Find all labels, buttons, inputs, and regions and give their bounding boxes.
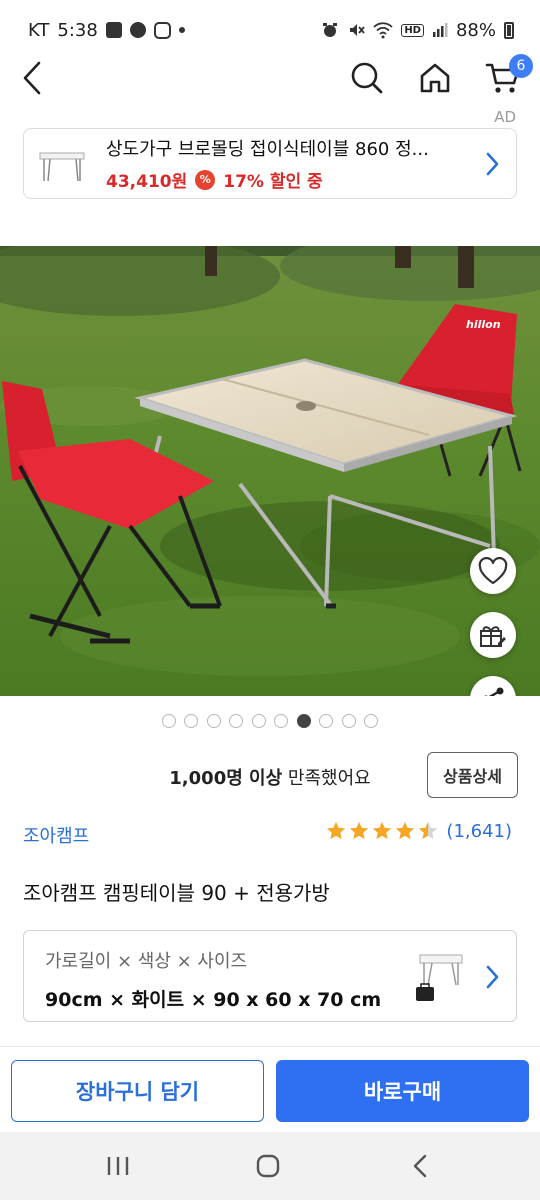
product-image-gallery[interactable]: hillon xyxy=(0,246,540,696)
c-app-icon xyxy=(129,22,146,38)
option-label: 가로길이 × 색상 × 사이즈 xyxy=(45,951,248,972)
pager-dot[interactable] xyxy=(206,714,221,728)
satisfied-count: 1,000명 이상 xyxy=(169,768,283,789)
battery-percent: 88% xyxy=(455,19,496,41)
heart-icon xyxy=(478,557,508,585)
star-icon xyxy=(396,821,415,840)
status-left: KT 5:38 xyxy=(28,20,185,41)
cart-count-badge: 6 xyxy=(509,54,533,78)
ad-discount: 17% 할인 중 xyxy=(223,172,323,192)
home-circle-icon xyxy=(256,1154,280,1178)
add-to-cart-button[interactable]: 장바구니 담기 xyxy=(11,1060,264,1122)
ad-title: 상도가구 브로몰딩 접이식테이블 860 정... xyxy=(106,139,429,160)
review-count: (1,641) xyxy=(446,820,512,842)
top-nav: 6 xyxy=(0,50,540,106)
instagram-icon xyxy=(153,21,171,39)
chevron-right-icon xyxy=(486,152,499,175)
purchase-action-bar: 장바구니 담기 바로구매 xyxy=(0,1046,540,1132)
ad-label: AD xyxy=(494,108,516,126)
pager-dot[interactable] xyxy=(274,714,289,728)
signal-icon xyxy=(432,23,448,37)
wishlist-button[interactable] xyxy=(470,548,516,594)
ad-text: 상도가구 브로몰딩 접이식테이블 860 정... 43,410원 % 17% … xyxy=(106,135,472,192)
star-icon xyxy=(350,821,369,840)
chevron-right-icon xyxy=(486,965,499,989)
network-type: HD xyxy=(401,23,424,37)
pager-dot[interactable] xyxy=(184,714,199,728)
pager-dot[interactable] xyxy=(319,714,334,728)
ad-banner[interactable]: 상도가구 브로몰딩 접이식테이블 860 정... 43,410원 % 17% … xyxy=(23,128,517,199)
option-thumbnail xyxy=(416,954,463,1001)
home-system-button[interactable] xyxy=(246,1148,290,1184)
discount-badge-icon: % xyxy=(195,169,216,190)
brand-link[interactable]: 조아캠프 xyxy=(23,822,89,848)
alarm-icon xyxy=(323,23,338,37)
ad-price-row: 43,410원 % 17% 할인 중 xyxy=(106,167,472,192)
product-photo: hillon xyxy=(0,246,540,696)
home-icon xyxy=(420,63,450,93)
back-arrow-icon xyxy=(413,1154,427,1178)
option-value: 90cm × 화이트 × 90 x 60 x 70 cm xyxy=(45,989,382,1011)
more-notifications-icon xyxy=(178,27,185,33)
buy-now-button[interactable]: 바로구매 xyxy=(276,1060,529,1122)
cart-button[interactable]: 6 xyxy=(481,54,533,100)
status-right: HD 88% xyxy=(321,20,514,41)
clock: 5:38 xyxy=(57,19,98,41)
product-title: 조아캠프 캠핑테이블 90 + 전용가방 xyxy=(23,881,330,905)
gift-icon xyxy=(480,626,506,647)
star-icon xyxy=(419,821,438,840)
product-detail-button[interactable]: 상품상세 xyxy=(427,752,518,798)
star-rating xyxy=(325,820,439,842)
gallery-icon xyxy=(105,22,122,38)
star-icon xyxy=(373,821,392,840)
back-button[interactable] xyxy=(10,56,54,100)
wifi-icon xyxy=(373,22,393,39)
pager-dot[interactable] xyxy=(296,714,311,728)
share-icon xyxy=(484,687,504,696)
pager-dot[interactable] xyxy=(341,714,356,728)
pager-dot[interactable] xyxy=(251,714,266,728)
pager-dot[interactable] xyxy=(229,714,244,728)
pager-dot[interactable] xyxy=(364,714,379,728)
search-icon xyxy=(351,62,383,94)
product-page: KT 5:38 HD 88% 6 AD 상도가구 브로몰딩 접이식테이블 860… xyxy=(0,0,540,1200)
image-pager xyxy=(0,714,540,730)
ad-product-thumbnail xyxy=(39,152,85,181)
ad-price: 43,410원 xyxy=(106,172,188,192)
star-icon xyxy=(327,821,346,840)
gift-button[interactable] xyxy=(470,612,516,658)
recent-apps-icon xyxy=(107,1157,129,1175)
system-nav-bar xyxy=(0,1132,540,1200)
chair-brand-logo: hillon xyxy=(466,318,501,331)
home-button[interactable] xyxy=(413,56,457,100)
system-back-button[interactable] xyxy=(398,1148,442,1184)
mute-icon xyxy=(350,24,366,36)
recent-apps-button[interactable] xyxy=(96,1148,140,1184)
pager-dot[interactable] xyxy=(161,714,176,728)
search-button[interactable] xyxy=(345,56,389,100)
chevron-left-icon xyxy=(23,61,41,95)
carrier-label: KT xyxy=(28,19,50,41)
rating-summary[interactable]: (1,641) xyxy=(325,820,512,842)
battery-icon xyxy=(504,21,514,39)
satisfied-suffix: 만족했어요 xyxy=(287,768,371,789)
option-selector[interactable]: 가로길이 × 색상 × 사이즈 90cm × 화이트 × 90 x 60 x 7… xyxy=(23,930,517,1022)
